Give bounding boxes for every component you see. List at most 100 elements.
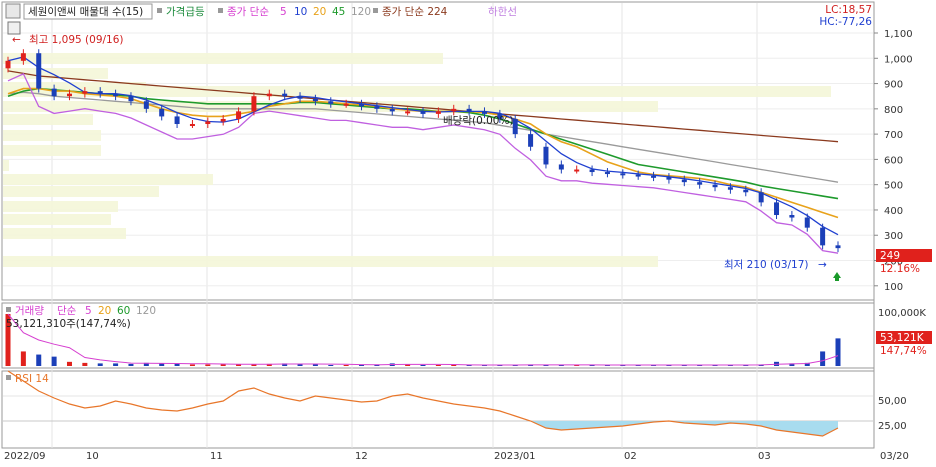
current-change: 12.16% [880, 263, 920, 275]
x-axis-tick: 11 [210, 451, 223, 462]
candle-body [389, 108, 395, 112]
volume-ma5[interactable]: 5 [85, 305, 92, 317]
legend-ma10[interactable]: 10 [294, 6, 307, 18]
candle-body [97, 91, 103, 94]
high-annotation: 최고 1,095 (09/16) [29, 34, 124, 46]
candle-body [681, 179, 687, 183]
candle-body [451, 108, 457, 112]
candle-body [528, 134, 534, 147]
candle-body [359, 103, 365, 107]
rsi-legend-marker [6, 375, 11, 380]
candle-body [205, 121, 211, 125]
legend-lowline[interactable]: 하한선 [488, 5, 517, 18]
volume-current-pct: 147,74% [880, 345, 927, 357]
price-y-tick: 1,100 [884, 29, 913, 40]
candle-body [251, 96, 257, 112]
price-y-tick: 600 [884, 155, 903, 166]
legend-ma45[interactable]: 45 [332, 6, 345, 18]
candle-body [312, 98, 318, 102]
legend-ma120[interactable]: 120 [351, 6, 371, 18]
price-y-tick: 1,000 [884, 54, 913, 65]
volume-bar [820, 351, 826, 366]
volume-ma-label[interactable]: 단순 [57, 305, 77, 317]
candle-body [143, 101, 149, 109]
x-axis-tick: 03/20 [880, 451, 909, 462]
price-y-tick: 100 [884, 282, 903, 293]
legend-ma-label[interactable]: 종가 단순 [227, 6, 269, 18]
x-axis-tick: 12 [355, 451, 368, 462]
candle-body [20, 53, 26, 61]
candle-body [66, 93, 72, 97]
candle-body [835, 245, 841, 249]
price-y-tick: 400 [884, 206, 903, 217]
candle-body [189, 124, 195, 127]
chart-title: 세원이앤씨 매물대 수(15) [28, 6, 143, 18]
candle-body [804, 217, 810, 228]
volume-ma20[interactable]: 20 [98, 305, 111, 317]
volume-bar [20, 351, 26, 366]
volume-profile-bar [3, 174, 213, 185]
volume-bar [420, 364, 426, 366]
menu-icon[interactable] [5, 3, 21, 19]
price-y-tick: 900 [884, 80, 903, 91]
legend-ma5[interactable]: 5 [280, 6, 287, 18]
vol-legend-marker [6, 307, 11, 312]
volume-bar [451, 364, 457, 366]
volume-bar [835, 338, 841, 366]
volume-y-top: 100,000K [878, 308, 926, 319]
volume-label[interactable]: 거래량 [15, 305, 44, 317]
rsi-panel [1, 370, 875, 449]
legend-ma224[interactable]: 종가 단순 224 [382, 6, 448, 18]
legend-ma20[interactable]: 20 [313, 6, 326, 18]
legend-ma-marker [218, 8, 223, 13]
candle-body [620, 173, 626, 176]
candle-body [113, 93, 119, 97]
candle-body [128, 96, 134, 102]
volume-bar [51, 356, 57, 366]
volume-ma120[interactable]: 120 [136, 305, 156, 317]
candle-body [743, 189, 749, 193]
candle-body [82, 91, 88, 94]
volume-bar [113, 363, 119, 366]
x-axis-tick: 2022/09 [4, 451, 46, 462]
price-y-tick: 800 [884, 105, 903, 116]
candle-body [604, 172, 610, 175]
candle-body [558, 164, 564, 170]
price-y-tick: 300 [884, 231, 903, 242]
candle-body [466, 108, 472, 112]
price-y-tick: 700 [884, 130, 903, 141]
volume-bar [174, 363, 180, 366]
volume-bar [328, 364, 334, 366]
x-axis-tick: 03 [758, 451, 771, 462]
volume-panel [1, 302, 875, 369]
candle-body [5, 60, 11, 69]
dividend-annotation: 배당락(0.00%) [443, 115, 514, 127]
volume-bar [97, 363, 103, 366]
x-axis-tick: 02 [624, 451, 637, 462]
rsi-label[interactable]: RSI 14 [15, 373, 49, 385]
candle-body [51, 88, 57, 97]
candle-body [727, 187, 733, 190]
legend-price-marker [157, 8, 162, 13]
volume-bar [128, 363, 134, 366]
volume-bar [343, 364, 349, 366]
candle-body [543, 146, 549, 165]
volume-profile-bar [3, 114, 93, 125]
volume-profile-bar [3, 214, 111, 225]
grid-toggle-icon[interactable] [7, 21, 21, 35]
high-arrow: ← [12, 34, 21, 46]
candle-body [481, 111, 487, 114]
low-arrow: → [818, 259, 827, 271]
volume-value-text: 53,121,310주(147,74%) [6, 318, 131, 330]
price-panel [1, 1, 875, 301]
candle-body [420, 111, 426, 114]
volume-profile-bar [3, 160, 9, 171]
rsi-tick-25: 25,00 [878, 421, 907, 432]
candle-body [36, 53, 42, 89]
volume-ma60[interactable]: 60 [117, 305, 130, 317]
legend-price-surge[interactable]: 가격급등 [166, 5, 205, 18]
stock-chart: 1,1001,000900800700600500400300200100 20… [1, 1, 932, 462]
volume-profile-bar [3, 145, 101, 156]
candle-body [159, 108, 165, 117]
candle-body [405, 111, 411, 114]
